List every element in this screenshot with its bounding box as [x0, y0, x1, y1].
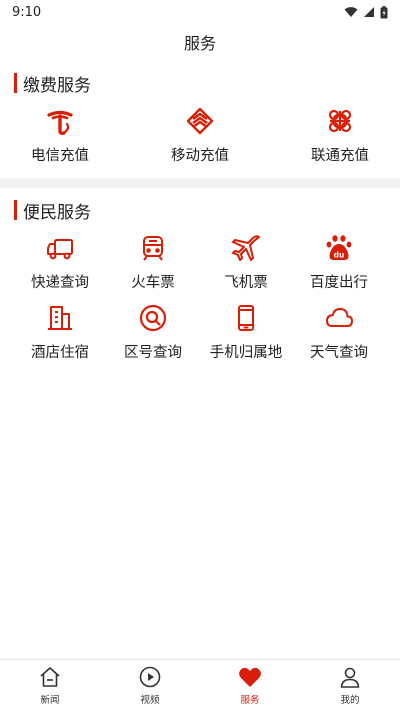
item-label: 区号查询 [124, 345, 182, 361]
airplane-icon [229, 231, 263, 265]
baidu-icon: du [322, 231, 356, 265]
convenience-section: 便民服务 [0, 199, 400, 229]
item-label: 手机归属地 [209, 345, 283, 361]
unicom-icon [323, 104, 357, 138]
svg-text:du: du [334, 251, 345, 260]
section-accent-bar [14, 73, 17, 93]
item-label: 天气查询 [310, 345, 368, 361]
mobile-recharge-item[interactable]: 移动充值 [150, 104, 250, 165]
tab-label: 视频 [140, 695, 160, 706]
plane-ticket-item[interactable]: 飞机票 [196, 231, 296, 292]
item-label: 飞机票 [224, 275, 268, 291]
phone-location-item[interactable]: 手机归属地 [196, 301, 296, 362]
tab-label: 新闻 [40, 695, 60, 706]
signal-icon [364, 7, 374, 17]
tab-mine[interactable]: 我的 [300, 660, 400, 711]
section-accent-bar [14, 200, 17, 220]
home-icon [38, 665, 62, 689]
item-label: 火车票 [131, 275, 175, 291]
weather-query-item[interactable]: 天气查询 [289, 301, 389, 362]
item-label: 电信充值 [31, 148, 89, 164]
train-ticket-item[interactable]: 火车票 [103, 231, 203, 292]
wifi-icon [344, 7, 358, 17]
baidu-travel-item[interactable]: du 百度出行 [289, 231, 389, 292]
page-title-bar: 服务 [0, 24, 400, 60]
tab-video[interactable]: 视频 [100, 660, 200, 711]
item-label: 快递查询 [31, 275, 89, 291]
mobile-icon [183, 104, 217, 138]
user-icon [338, 665, 362, 689]
play-icon [138, 665, 162, 689]
phone-icon [229, 301, 263, 335]
section-title: 便民服务 [23, 202, 91, 223]
unicom-recharge-item[interactable]: 联通充值 [290, 104, 390, 165]
section-divider [0, 178, 400, 188]
item-label: 酒店住宿 [31, 345, 89, 361]
status-time: 9:10 [12, 4, 42, 20]
train-icon [136, 231, 170, 265]
cloud-icon [322, 301, 356, 335]
section-title: 缴费服务 [23, 75, 91, 96]
hotel-icon [43, 301, 77, 335]
truck-icon [43, 231, 77, 265]
status-icons [344, 5, 388, 19]
bottom-tab-bar: 新闻 视频 服务 我的 [0, 659, 400, 711]
express-query-item[interactable]: 快递查询 [10, 231, 110, 292]
item-label: 百度出行 [310, 275, 368, 291]
section-header: 缴费服务 [0, 72, 400, 96]
section-header: 便民服务 [0, 199, 400, 223]
telecom-icon [43, 104, 77, 138]
status-bar: 9:10 [0, 0, 400, 24]
tab-service[interactable]: 服务 [200, 660, 300, 711]
area-code-item[interactable]: 区号查询 [103, 301, 203, 362]
item-label: 移动充值 [171, 148, 229, 164]
heart-icon [238, 665, 262, 689]
hotel-item[interactable]: 酒店住宿 [10, 301, 110, 362]
tab-label: 我的 [340, 695, 360, 706]
page-title: 服务 [183, 34, 216, 53]
battery-icon [380, 5, 388, 18]
tab-label: 服务 [240, 695, 260, 706]
tab-news[interactable]: 新闻 [0, 660, 100, 711]
telecom-recharge-item[interactable]: 电信充值 [10, 104, 110, 165]
search-icon [136, 301, 170, 335]
item-label: 联通充值 [311, 148, 369, 164]
